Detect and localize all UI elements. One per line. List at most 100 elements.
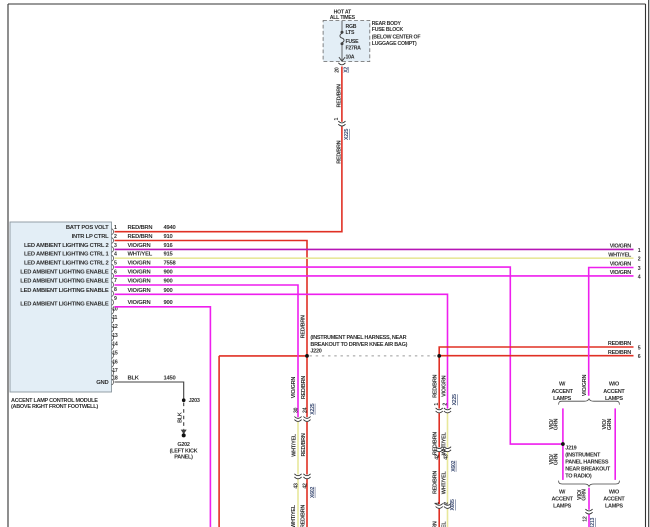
- svg-text:VIO/GRN: VIO/GRN: [128, 269, 151, 275]
- svg-text:VIO/GRN: VIO/GRN: [610, 270, 632, 276]
- svg-text:(ABOVE RIGHT FRONT FOOTWELL): (ABOVE RIGHT FRONT FOOTWELL): [11, 404, 98, 410]
- svg-text:900: 900: [164, 269, 173, 275]
- svg-text:BLK: BLK: [178, 412, 184, 423]
- svg-text:WHT/YEL: WHT/YEL: [291, 433, 297, 457]
- svg-text:X225: X225: [344, 129, 350, 140]
- svg-text:LED AMBIENT LIGHTING ENABLE: LED AMBIENT LIGHTING ENABLE: [20, 301, 109, 307]
- svg-text:LAMPS: LAMPS: [605, 503, 623, 509]
- svg-text:VIO/GRN: VIO/GRN: [128, 261, 151, 267]
- svg-text:VIO/GRN: VIO/GRN: [128, 288, 151, 294]
- svg-text:X602: X602: [310, 487, 316, 498]
- svg-text:916: 916: [164, 243, 174, 249]
- svg-text:2: 2: [114, 234, 117, 240]
- svg-text:J220: J220: [310, 348, 321, 354]
- svg-text:RED/BRN: RED/BRN: [336, 140, 342, 163]
- svg-text:GRN: GRN: [553, 419, 559, 431]
- svg-text:WHT/YEL: WHT/YEL: [442, 470, 448, 494]
- svg-text:900: 900: [164, 279, 173, 285]
- svg-text:W/: W/: [559, 382, 566, 388]
- svg-text:7558: 7558: [164, 261, 177, 267]
- svg-text:7: 7: [114, 278, 117, 284]
- svg-text:(LEFT KICK: (LEFT KICK: [170, 448, 198, 454]
- svg-text:VIO/GRN: VIO/GRN: [291, 377, 297, 399]
- svg-text:RED/BRN: RED/BRN: [432, 521, 438, 527]
- svg-text:X225: X225: [452, 394, 458, 405]
- svg-text:LED AMBIENT LIGHTING CTRL 1: LED AMBIENT LIGHTING CTRL 1: [24, 252, 110, 258]
- svg-text:15: 15: [112, 351, 118, 357]
- svg-text:X602: X602: [451, 460, 457, 471]
- svg-text:J219: J219: [565, 446, 576, 452]
- svg-text:4: 4: [638, 274, 641, 280]
- svg-text:(BELOW CENTER OF: (BELOW CENTER OF: [372, 34, 421, 40]
- svg-text:4940: 4940: [164, 225, 176, 231]
- svg-text:PANEL): PANEL): [174, 454, 193, 460]
- svg-text:LUGGAGE COMPT): LUGGAGE COMPT): [372, 41, 417, 47]
- svg-text:42: 42: [435, 454, 441, 460]
- svg-text:GRN: GRN: [581, 489, 587, 501]
- svg-text:20: 20: [335, 67, 341, 73]
- svg-text:LAMPS: LAMPS: [553, 503, 571, 509]
- svg-text:VIO/GRN: VIO/GRN: [610, 262, 632, 268]
- svg-text:18: 18: [112, 375, 118, 381]
- svg-text:W/O: W/O: [609, 382, 620, 388]
- svg-text:3: 3: [114, 243, 117, 249]
- svg-text:2: 2: [444, 502, 450, 505]
- svg-text:17: 17: [112, 368, 118, 374]
- svg-text:LED AMBIENT LIGHTING ENABLE: LED AMBIENT LIGHTING ENABLE: [20, 279, 109, 285]
- svg-text:PANEL HARNESS: PANEL HARNESS: [565, 459, 609, 465]
- svg-text:W/: W/: [559, 489, 566, 495]
- svg-text:X213: X213: [590, 518, 596, 527]
- svg-text:VIO/GRN: VIO/GRN: [128, 279, 151, 285]
- svg-text:RED/BRN: RED/BRN: [128, 225, 153, 231]
- svg-text:5: 5: [638, 345, 641, 351]
- svg-text:14: 14: [112, 342, 118, 348]
- svg-text:1: 1: [434, 403, 440, 406]
- svg-text:910: 910: [164, 234, 173, 240]
- svg-text:GND: GND: [96, 380, 108, 386]
- svg-text:ALL TIMES: ALL TIMES: [330, 15, 356, 21]
- svg-text:RED/BRN: RED/BRN: [336, 84, 342, 107]
- svg-text:(INSTRUMENT: (INSTRUMENT: [565, 452, 601, 458]
- svg-text:RED/BRN: RED/BRN: [432, 374, 438, 397]
- svg-text:12: 12: [582, 516, 588, 522]
- svg-text:INTR LP CTRL: INTR LP CTRL: [72, 234, 110, 240]
- svg-text:RED/BRN: RED/BRN: [301, 505, 307, 527]
- svg-text:X2: X2: [344, 67, 350, 73]
- svg-text:WHT/YEL: WHT/YEL: [608, 252, 632, 258]
- svg-text:6: 6: [114, 269, 117, 275]
- svg-text:LTS: LTS: [346, 30, 355, 36]
- svg-text:X225: X225: [310, 403, 316, 414]
- svg-text:RED/BRN: RED/BRN: [432, 471, 438, 494]
- svg-text:VIO/GRN: VIO/GRN: [610, 244, 632, 250]
- svg-text:W/O: W/O: [609, 489, 620, 495]
- svg-text:RGB: RGB: [346, 24, 357, 30]
- svg-text:ACCENT: ACCENT: [603, 389, 625, 395]
- svg-text:900: 900: [164, 288, 173, 294]
- svg-text:30: 30: [293, 407, 299, 413]
- svg-text:43: 43: [444, 454, 450, 460]
- svg-text:X605: X605: [450, 499, 456, 510]
- svg-text:RED/BRN: RED/BRN: [301, 376, 307, 399]
- svg-text:8: 8: [114, 287, 117, 293]
- svg-text:LED AMBIENT LIGHTING CTRL 2: LED AMBIENT LIGHTING CTRL 2: [24, 261, 109, 267]
- svg-text:FUSE BLOCK: FUSE BLOCK: [372, 27, 404, 33]
- svg-text:1: 1: [638, 248, 641, 254]
- svg-text:3: 3: [638, 266, 641, 272]
- svg-text:VIO/GRN: VIO/GRN: [582, 375, 588, 397]
- svg-text:12: 12: [112, 324, 118, 330]
- svg-text:2: 2: [638, 257, 641, 263]
- svg-text:LAMPS: LAMPS: [553, 396, 571, 402]
- svg-text:LED AMBIENT LIGHTING CTRL 2: LED AMBIENT LIGHTING CTRL 2: [24, 243, 109, 249]
- svg-text:RED/BRN: RED/BRN: [608, 341, 631, 347]
- svg-text:BATT POS VOLT: BATT POS VOLT: [66, 225, 109, 231]
- svg-text:RED/BRN: RED/BRN: [128, 234, 153, 240]
- svg-text:LED AMBIENT LIGHTING ENABLE: LED AMBIENT LIGHTING ENABLE: [20, 269, 109, 275]
- svg-text:43: 43: [293, 483, 299, 489]
- svg-text:LAMPS: LAMPS: [605, 396, 623, 402]
- svg-text:9: 9: [114, 296, 117, 302]
- svg-text:WHT/YEL: WHT/YEL: [442, 431, 448, 455]
- svg-text:RED/BRN: RED/BRN: [432, 432, 438, 455]
- svg-text:4: 4: [114, 252, 117, 258]
- svg-text:ACCENT: ACCENT: [551, 496, 573, 502]
- svg-text:5: 5: [114, 261, 117, 267]
